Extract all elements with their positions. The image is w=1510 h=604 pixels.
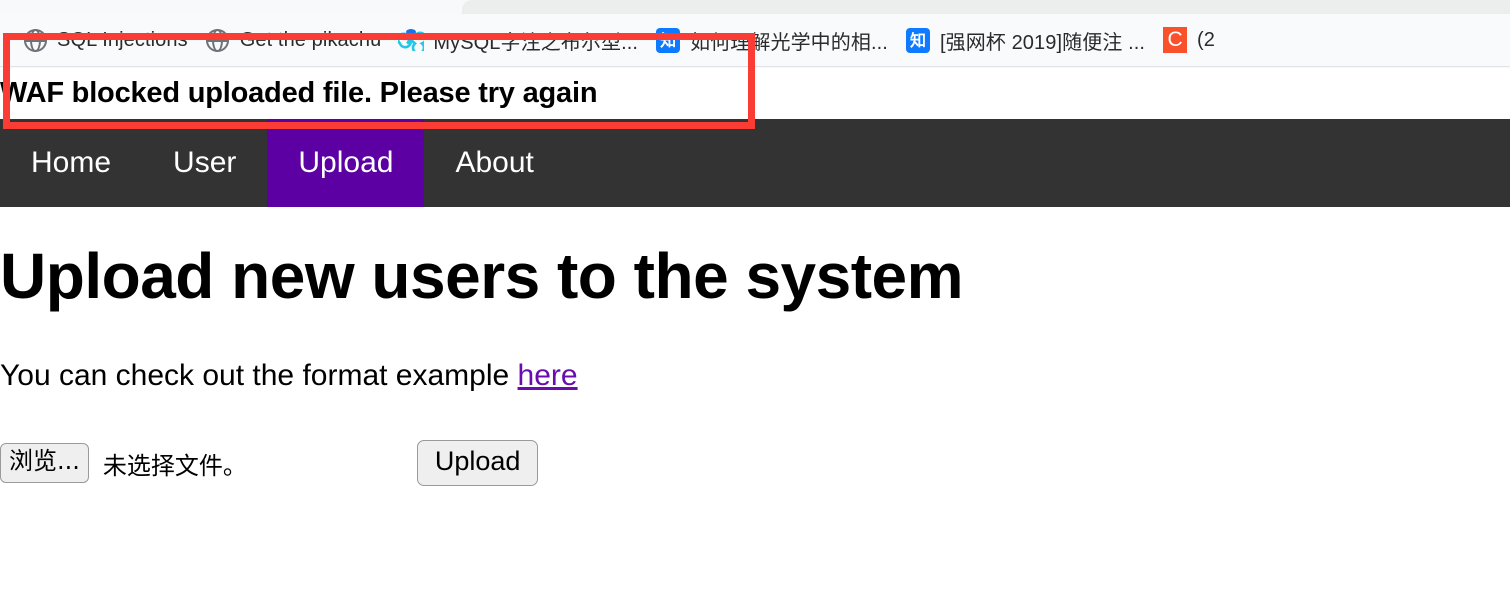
format-example-link[interactable]: here	[518, 359, 578, 392]
zhihu-icon: 知	[905, 27, 930, 53]
intro-text-before-link: You can check out the format example	[0, 359, 518, 393]
page-title: Upload new users to the system	[0, 240, 964, 312]
nav-item-home[interactable]: Home	[0, 119, 142, 207]
letter-c-icon: C	[1163, 27, 1188, 53]
web-page: WAF blocked uploaded file. Please try ag…	[0, 68, 1510, 604]
bookmark-item-ctf-writeup[interactable]: 知 [强网杯 2019]随便注 ...	[897, 20, 1154, 60]
bookmark-item-mysql-injection[interactable]: MySQL字注之布尔型...	[390, 20, 647, 60]
page-content: Upload new users to the system You can c…	[0, 207, 1510, 487]
browse-file-button[interactable]: 浏览...	[0, 443, 89, 483]
bookmark-label: 如何理解光学中的相...	[690, 31, 888, 54]
nav-item-about[interactable]: About	[424, 119, 564, 207]
upload-form: 浏览... 未选择文件。 Upload	[0, 394, 1510, 487]
nav-item-user[interactable]: User	[142, 119, 267, 207]
intro-paragraph: You can check out the format example her…	[0, 310, 1510, 394]
bookmark-label: (2	[1197, 28, 1216, 51]
bookmark-item-last[interactable]: C (2	[1154, 20, 1224, 60]
bookmark-item-optics-question[interactable]: 知 如何理解光学中的相...	[647, 20, 897, 60]
selected-file-status: 未选择文件。	[102, 451, 247, 480]
flash-message-waf-blocked: WAF blocked uploaded file. Please try ag…	[0, 77, 598, 109]
upload-submit-button[interactable]: Upload	[416, 440, 539, 487]
nav-item-upload[interactable]: Upload	[267, 119, 425, 207]
bookmark-label: SQL Injections	[57, 28, 188, 51]
tab-strip	[462, 0, 1510, 14]
csdn-icon	[398, 28, 425, 52]
bookmark-item-sql-injections[interactable]: SQL Injections	[14, 20, 197, 60]
site-navigation: Home User Upload About	[0, 119, 1510, 207]
browser-chrome: SQL Injections Get the pikachu MySQL字注之布…	[0, 0, 1510, 68]
bookmark-label: [强网杯 2019]随便注 ...	[939, 31, 1146, 54]
globe-icon	[23, 28, 47, 52]
bookmark-item-get-the-pikachu[interactable]: Get the pikachu	[197, 20, 391, 60]
bookmark-label: Get the pikachu	[239, 28, 382, 51]
file-input-group[interactable]: 浏览... 未选择文件。	[0, 443, 247, 483]
bookmarks-bar: SQL Injections Get the pikachu MySQL字注之布…	[0, 14, 1510, 67]
bookmark-label: MySQL字注之布尔型...	[433, 31, 639, 54]
globe-icon	[206, 28, 230, 52]
zhihu-icon: 知	[656, 27, 681, 53]
